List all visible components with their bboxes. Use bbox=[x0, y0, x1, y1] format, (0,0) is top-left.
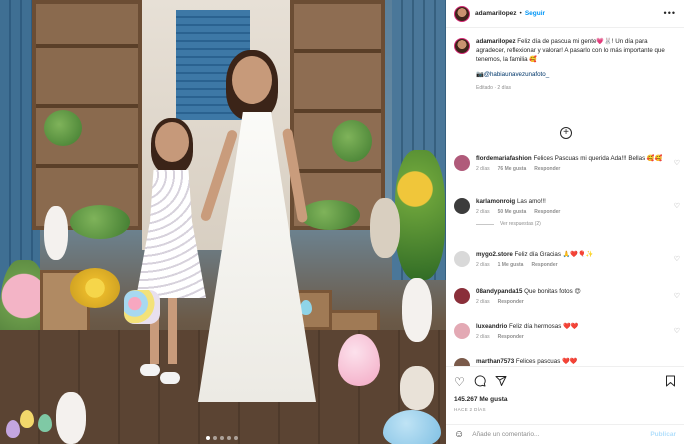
reply-button[interactable]: Responder bbox=[498, 299, 524, 305]
reply-button[interactable]: Responder bbox=[531, 262, 557, 268]
post-caption: adamarilopez Feliz día de pascua mi gent… bbox=[454, 38, 680, 93]
post-details-panel: adamarilopez • Seguir ••• adamarilopez F… bbox=[446, 0, 684, 444]
commenter-avatar[interactable] bbox=[454, 251, 470, 267]
comment-like-heart-icon[interactable]: ♡ bbox=[674, 159, 680, 167]
comment-text: Feliz día hermosas ❤️❤️ bbox=[509, 323, 579, 330]
comment-text: Que bonitas fotos 😍 bbox=[524, 288, 581, 295]
carousel-dot[interactable] bbox=[227, 436, 231, 440]
comment-text: Felices Pascuas mi querida Ada!!! Bellas… bbox=[533, 155, 663, 162]
post-header: adamarilopez • Seguir ••• bbox=[446, 0, 684, 28]
post-photo[interactable] bbox=[0, 0, 446, 444]
window-shutter-left bbox=[176, 10, 214, 120]
view-replies-button[interactable]: Ver respuestas (2) bbox=[476, 221, 684, 227]
comment-age: 2 días bbox=[476, 166, 490, 172]
commenter-avatar[interactable] bbox=[454, 288, 470, 304]
topiary-plant bbox=[332, 120, 372, 162]
easter-basket bbox=[124, 290, 160, 324]
comment-item: mygo2.store Feliz día Gracias 🙏❤️🎈✨ 2 dí… bbox=[454, 251, 684, 268]
comment-likes[interactable]: 1 Me gusta bbox=[498, 262, 524, 268]
likes-word: Me gusta bbox=[479, 396, 508, 403]
carousel-dot[interactable] bbox=[206, 436, 210, 440]
caption-body: adamarilopez Feliz día de pascua mi gent… bbox=[476, 38, 676, 93]
comment-age: 2 días bbox=[476, 262, 490, 268]
comment-text: Felices pascuas ❤️❤️ bbox=[515, 358, 578, 365]
comment-item: 08andypanda15 Que bonitas fotos 😍 2 días… bbox=[454, 288, 684, 305]
more-options-icon[interactable]: ••• bbox=[664, 8, 676, 18]
caption-edited-time: Editado · 2 días bbox=[476, 85, 512, 92]
likes-count[interactable]: 145.267 Me gusta bbox=[454, 396, 507, 403]
commenter-username[interactable]: 08andypanda15 bbox=[476, 288, 522, 295]
commenter-username[interactable]: karlamonroig bbox=[476, 198, 515, 205]
comment-age: 2 días bbox=[476, 299, 490, 305]
bunny-plush bbox=[44, 206, 68, 260]
add-comment-bar: ☺ Publicar bbox=[446, 424, 684, 444]
comment-text: Las amo!!! bbox=[516, 198, 546, 205]
caption-avatar[interactable] bbox=[454, 38, 470, 54]
egg bbox=[6, 420, 20, 438]
reply-button[interactable]: Responder bbox=[534, 166, 560, 172]
bookmark-icon[interactable] bbox=[665, 375, 676, 390]
yellow-flowers bbox=[70, 268, 120, 308]
commenter-username[interactable]: flordemariafashion bbox=[476, 155, 532, 162]
carousel-dot[interactable] bbox=[213, 436, 217, 440]
girl-shoe bbox=[140, 364, 160, 376]
comment-likes[interactable]: 76 Me gusta bbox=[498, 166, 527, 172]
comment-like-heart-icon[interactable]: ♡ bbox=[674, 255, 680, 263]
reply-button[interactable]: Responder bbox=[498, 334, 524, 340]
bunny-plush bbox=[400, 366, 434, 410]
comment-item: luxeandrio Feliz día hermosas ❤️❤️ 2 día… bbox=[454, 323, 684, 340]
comment-item: karlamonroig Las amo!!! 2 días 50 Me gust… bbox=[454, 198, 684, 227]
heart-icon[interactable]: ♡ bbox=[454, 375, 465, 390]
load-more-comments-icon[interactable]: + bbox=[560, 127, 572, 139]
commenter-avatar[interactable] bbox=[454, 155, 470, 171]
bunny-plush bbox=[370, 198, 400, 258]
author-username[interactable]: adamarilopez bbox=[475, 10, 517, 17]
follow-button[interactable]: Seguir bbox=[525, 10, 545, 17]
girl-shoe bbox=[160, 372, 180, 384]
emoji-icon[interactable]: ☺ bbox=[454, 429, 464, 440]
view-replies-label: Ver respuestas (2) bbox=[500, 221, 541, 227]
comment-icon[interactable] bbox=[474, 375, 486, 390]
post-action-bar: ♡ 145.267 Me gusta HACE 2 DÍAS bbox=[446, 366, 684, 426]
egg bbox=[20, 410, 34, 428]
girl-leg bbox=[168, 294, 177, 364]
topiary-plant bbox=[44, 110, 82, 146]
carousel-dot[interactable] bbox=[220, 436, 224, 440]
comment-item: flordemariafashion Felices Pascuas mi qu… bbox=[454, 155, 684, 172]
woman-face bbox=[232, 56, 272, 104]
commenter-username[interactable]: mygo2.store bbox=[476, 251, 513, 258]
share-icon[interactable] bbox=[495, 375, 507, 390]
likes-number: 145.267 bbox=[454, 396, 478, 403]
comment-age: 2 días bbox=[476, 209, 490, 215]
leafy-plants bbox=[300, 200, 360, 230]
author-avatar[interactable] bbox=[454, 5, 470, 22]
caption-username[interactable]: adamarilopez bbox=[476, 38, 516, 45]
comment-like-heart-icon[interactable]: ♡ bbox=[674, 292, 680, 300]
separator-dot: • bbox=[519, 10, 522, 17]
egg bbox=[38, 414, 52, 432]
comment-like-heart-icon[interactable]: ♡ bbox=[674, 202, 680, 210]
bunny-plush bbox=[402, 278, 432, 342]
carousel-dot[interactable] bbox=[234, 436, 238, 440]
comment-like-heart-icon[interactable]: ♡ bbox=[674, 327, 680, 335]
photographer-mention[interactable]: 📷@habiaunavezunafoto_ bbox=[476, 71, 676, 80]
reply-button[interactable]: Responder bbox=[534, 209, 560, 215]
post-comment-button[interactable]: Publicar bbox=[650, 431, 676, 438]
leafy-plants bbox=[70, 205, 130, 239]
shelf-right bbox=[290, 0, 385, 230]
commenter-username[interactable]: luxeandrio bbox=[476, 323, 507, 330]
comment-age: 2 días bbox=[476, 334, 490, 340]
bunny-plush bbox=[56, 392, 86, 444]
comment-likes[interactable]: 50 Me gusta bbox=[498, 209, 527, 215]
carousel-dots[interactable] bbox=[206, 436, 238, 440]
yellow-lilies bbox=[395, 150, 445, 280]
commenter-avatar[interactable] bbox=[454, 198, 470, 214]
commenter-username[interactable]: marthan7573 bbox=[476, 358, 514, 365]
post-date: HACE 2 DÍAS bbox=[454, 407, 486, 412]
commenter-avatar[interactable] bbox=[454, 323, 470, 339]
comment-text: Feliz día Gracias 🙏❤️🎈✨ bbox=[514, 251, 594, 258]
comment-input[interactable] bbox=[472, 431, 633, 438]
girl-face bbox=[155, 122, 189, 162]
